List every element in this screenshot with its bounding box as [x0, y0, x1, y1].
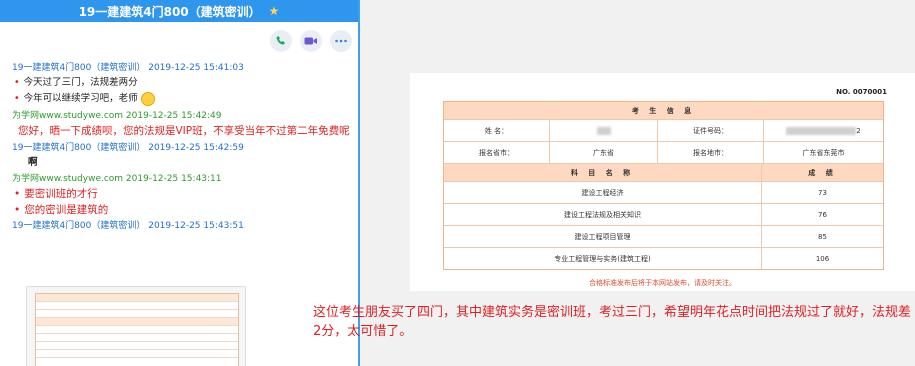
subject-name: 建设工程项目管理	[444, 226, 762, 247]
message-line: • 您的密训是建筑的	[14, 204, 109, 216]
message-header: 19一建建筑4门800（建筑密训） 2019-12-25 15:42:59	[12, 143, 244, 153]
subject-score: 106	[815, 254, 830, 263]
table-row: 建设工程法规及相关知识 76	[444, 204, 883, 226]
message-line: • 要密训班的才行	[14, 188, 98, 200]
score-certificate: NO. 0070001 考 生 信 息 姓 名： 证件号码： 2 报名省市： 广…	[410, 73, 915, 291]
chat-title: 19一建建筑4门800（建筑密训）	[78, 4, 261, 19]
message-line: 啊	[28, 157, 38, 168]
subject-score: 73	[818, 188, 827, 197]
table-row: 专业工程管理与实务(建筑工程) 106	[444, 248, 883, 269]
subject-header: 科 目 名 称	[444, 164, 762, 181]
message-paragraph: 您好，晒一下成绩呗，您的法规是VIP班，不享受当年不过第二年免费呢	[18, 125, 350, 137]
chat-toolbar	[0, 22, 358, 60]
message-header: 19一建建筑4门800（建筑密训） 2019-12-25 15:43:51	[12, 221, 244, 231]
thumbnail-document	[35, 293, 239, 366]
name-label: 姓 名：	[444, 120, 550, 141]
section-title: 考 生 信 息	[444, 102, 883, 119]
subject-name: 建设工程经济	[444, 182, 762, 203]
caption-text: 这位考生朋友买了四门，其中建筑实务是密训班，考过三门，希望明年花点时间把法规过了…	[313, 305, 912, 339]
chat-title-bar: 19一建建筑4门800（建筑密训） ★	[0, 0, 358, 22]
image-thumbnail[interactable]	[26, 286, 246, 366]
score-header: 成 绩	[762, 164, 883, 181]
subject-name: 专业工程管理与实务(建筑工程)	[444, 248, 762, 269]
province-value: 广东省	[550, 142, 658, 163]
message-line: • 今年可以继续学习吧，老师	[0, 91, 358, 107]
chat-window: 19一建建筑4门800（建筑密训） ★ 19一建建筑4门800（建筑密训） 20…	[0, 0, 360, 366]
message-line: • 今天过了三门，法规差两分	[14, 77, 138, 88]
city-label: 报名地市：	[658, 142, 764, 163]
phone-call-icon[interactable]	[270, 30, 292, 52]
emoji-icon	[140, 91, 155, 106]
more-options-icon[interactable]	[330, 30, 352, 52]
message-header: 19一建建筑4门800（建筑密训） 2019-12-25 15:41:03	[12, 63, 244, 73]
name-value	[550, 120, 658, 141]
subject-score: 85	[818, 232, 827, 241]
subject-score: 76	[818, 210, 827, 219]
province-label: 报名省市：	[444, 142, 550, 163]
subject-name: 建设工程法规及相关知识	[444, 204, 762, 225]
table-row: 建设工程经济 73	[444, 182, 883, 204]
star-icon[interactable]: ★	[269, 4, 280, 18]
message-header: 为学网www.studywe.com 2019-12-25 15:43:11	[12, 174, 222, 184]
city-value: 广东省东莞市	[802, 148, 845, 157]
certificate-number: NO. 0070001	[836, 88, 887, 96]
score-table: 考 生 信 息 姓 名： 证件号码： 2 报名省市： 广东省 报名地市： 广东省…	[443, 101, 884, 270]
table-row: 建设工程项目管理 85	[444, 226, 883, 248]
publish-notice: 合格标准发布后将于本网站发布，请及时关注。	[589, 279, 736, 287]
video-call-icon[interactable]	[300, 30, 322, 52]
id-label: 证件号码：	[658, 120, 764, 141]
message-header: 为学网www.studywe.com 2019-12-25 15:42:49	[12, 111, 222, 121]
id-value: 2	[764, 120, 883, 141]
